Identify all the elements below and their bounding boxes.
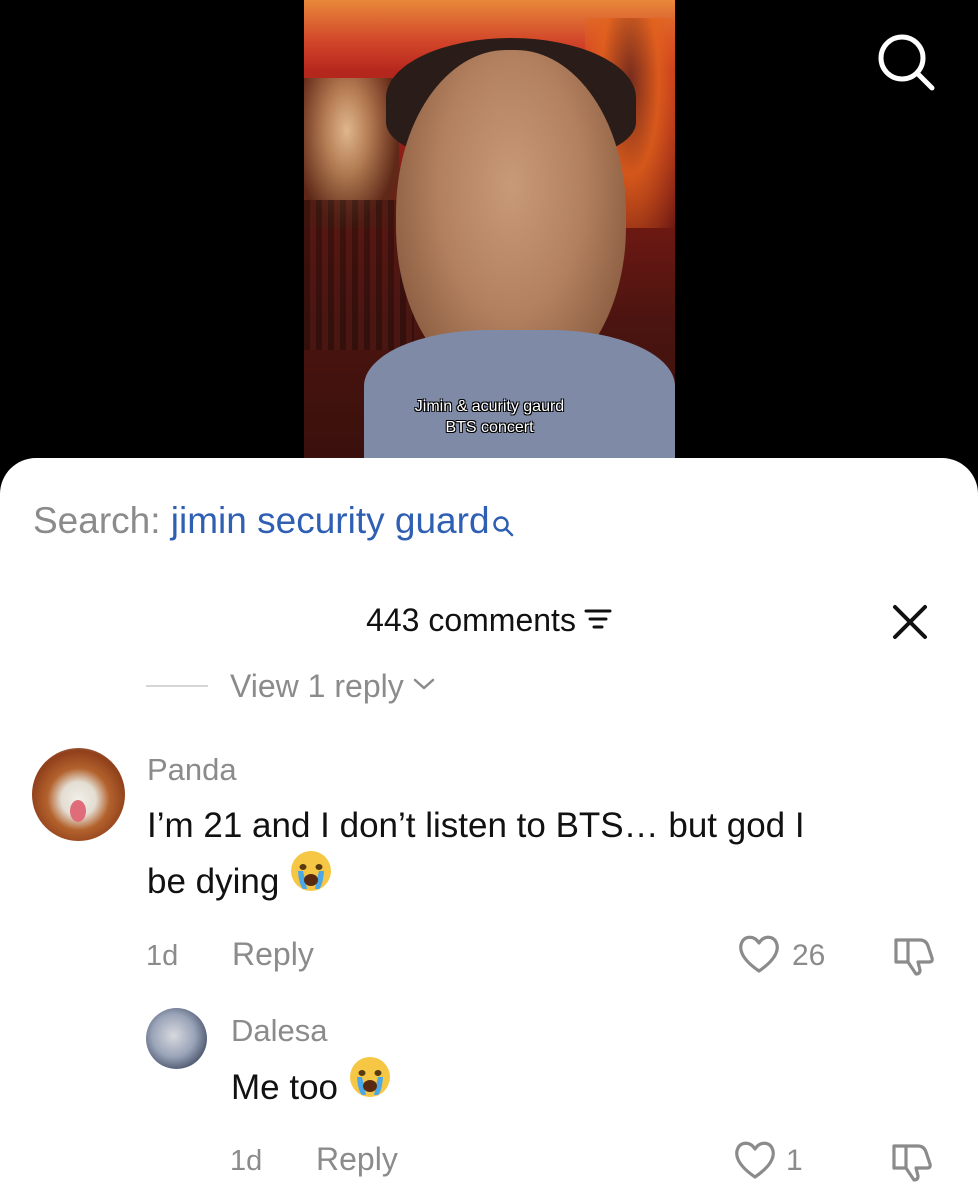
crying-face-emoji — [289, 849, 333, 910]
comments-header: 443 comments — [0, 596, 978, 644]
comment-username[interactable]: Dalesa — [231, 1011, 328, 1051]
close-icon[interactable] — [888, 600, 932, 644]
video-thumbnail[interactable]: Jimin & acurity gaurd BTS concert — [304, 0, 675, 458]
crying-face-emoji — [348, 1055, 392, 1116]
video-caption-line-1: Jimin & acurity gaurd — [414, 398, 565, 415]
search-prefix: Search: — [33, 500, 171, 541]
comments-sheet: Search: jimin security guard 443 comment… — [0, 458, 978, 1200]
avatar-detail — [70, 800, 86, 822]
search-term-link[interactable]: jimin security guard — [171, 500, 490, 541]
comment-text-line-1: I’m 21 and I don’t listen to BTS… but go… — [147, 806, 805, 845]
video-area[interactable]: Jimin & acurity gaurd BTS concert — [0, 0, 978, 480]
comment-time: 1d — [146, 940, 179, 972]
view-replies-label: View 1 reply — [230, 667, 404, 704]
search-icon — [492, 500, 514, 550]
search-icon[interactable] — [876, 32, 936, 92]
comment-time: 1d — [230, 1145, 263, 1177]
reply-button[interactable]: Reply — [316, 1139, 398, 1179]
heart-icon[interactable] — [732, 1138, 778, 1185]
thumbs-down-icon[interactable] — [890, 934, 936, 981]
comment-text-line-2-text: be dying — [147, 862, 280, 901]
video-caption-line-2: BTS concert — [445, 419, 534, 436]
comment-text: I’m 21 and I don’t listen to BTS… but go… — [147, 798, 805, 910]
comments-count: 443 comments — [366, 602, 576, 638]
comment-text-line-2: be dying — [147, 851, 805, 910]
filter-icon[interactable] — [584, 596, 612, 644]
comment-username[interactable]: Panda — [147, 750, 237, 790]
reply-button[interactable]: Reply — [232, 934, 314, 974]
like-count: 1 — [786, 1144, 803, 1177]
comment-text: Me too — [231, 1057, 392, 1116]
chevron-down-icon — [412, 676, 436, 697]
heart-icon[interactable] — [736, 932, 782, 979]
avatar[interactable] — [146, 1008, 207, 1069]
video-caption: Jimin & acurity gaurd BTS concert — [304, 396, 675, 438]
thumbs-down-icon[interactable] — [888, 1140, 934, 1187]
search-suggestion[interactable]: Search: jimin security guard — [33, 496, 514, 550]
like-count: 26 — [792, 939, 826, 972]
person-shirt — [364, 330, 675, 458]
view-replies-button[interactable]: View 1 reply — [146, 662, 436, 710]
reply-thread-line — [146, 685, 208, 687]
comment-text-content: Me too — [231, 1068, 338, 1107]
avatar[interactable] — [32, 748, 125, 841]
